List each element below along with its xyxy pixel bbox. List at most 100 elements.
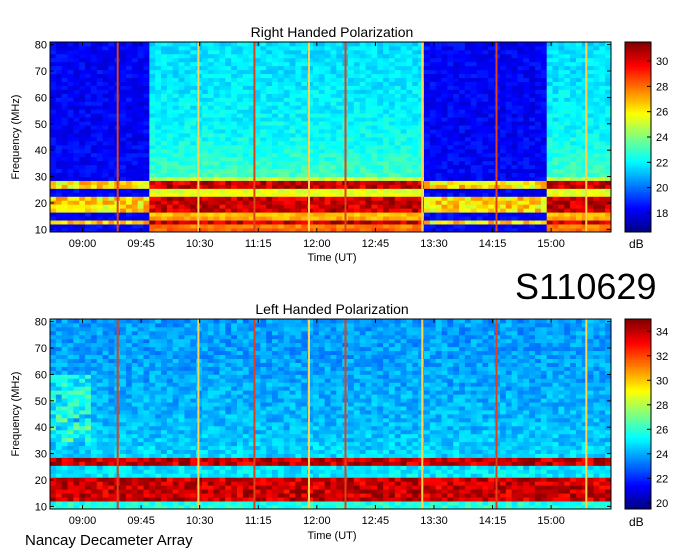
heatmap-cell (290, 177, 296, 181)
heatmap-cell (401, 93, 407, 97)
heatmap-cell (167, 58, 173, 62)
heatmap-cell (599, 200, 605, 204)
heatmap-cell (325, 212, 331, 216)
colorbar-tick-label: 22 (656, 157, 668, 169)
heatmap-cell (406, 169, 412, 173)
heatmap-cell (593, 97, 599, 101)
heatmap-cell (366, 121, 372, 125)
heatmap-cell (260, 58, 266, 62)
heatmap-cell (593, 181, 599, 185)
heatmap-cell (401, 200, 407, 204)
heatmap-cell (79, 149, 85, 153)
heatmap-cell (68, 117, 74, 121)
heatmap-cell (68, 327, 74, 331)
heatmap-cell (482, 42, 488, 46)
heatmap-cell (132, 220, 138, 224)
heatmap-cell (506, 42, 512, 46)
heatmap-cell (278, 113, 284, 117)
heatmap-cell (62, 469, 68, 473)
heatmap-cell (535, 117, 541, 121)
heatmap-cell (529, 204, 535, 208)
heatmap-cell (313, 50, 319, 54)
heatmap-cell (395, 46, 401, 50)
heatmap-cell (85, 93, 91, 97)
heatmap-cell (91, 212, 97, 216)
heatmap-cell (313, 137, 319, 141)
heatmap-cell (325, 185, 331, 189)
heatmap-cell (477, 177, 483, 181)
heatmap-cell (103, 220, 109, 224)
heatmap-cell (436, 208, 442, 212)
heatmap-cell (184, 192, 190, 196)
heatmap-cell (243, 173, 249, 177)
heatmap-cell (558, 113, 564, 117)
heatmap-cell (547, 46, 553, 50)
heatmap-cell (465, 46, 471, 50)
heatmap-cell (278, 181, 284, 185)
heatmap-cell (155, 82, 161, 86)
heatmap-cell (237, 192, 243, 196)
heatmap-cell (120, 117, 126, 121)
heatmap-cell (73, 458, 79, 462)
heatmap-cell (442, 101, 448, 105)
heatmap-cell (383, 196, 389, 200)
heatmap-cell (167, 42, 173, 46)
heatmap-cell (73, 70, 79, 74)
heatmap-cell (553, 46, 559, 50)
heatmap-cell (260, 125, 266, 129)
heatmap-cell (155, 149, 161, 153)
heatmap-cell (173, 196, 179, 200)
heatmap-cell (120, 200, 126, 204)
heatmap-cell (219, 82, 225, 86)
heatmap-cell (56, 200, 62, 204)
heatmap-cell (179, 82, 185, 86)
heatmap-cell (553, 204, 559, 208)
heatmap-cell (73, 93, 79, 97)
heatmap-cell (138, 220, 144, 224)
heatmap-cell (208, 165, 214, 169)
heatmap-cell (79, 161, 85, 165)
heatmap-cell (161, 101, 167, 105)
heatmap-cell (389, 54, 395, 58)
heatmap-cell (471, 62, 477, 66)
heatmap-cell (255, 125, 261, 129)
heatmap-cell (50, 125, 56, 129)
heatmap-cell (290, 121, 296, 125)
heatmap-cell (406, 66, 412, 70)
heatmap-cell (471, 90, 477, 94)
heatmap-cell (593, 62, 599, 66)
heatmap-cell (500, 74, 506, 78)
heatmap-cell (553, 58, 559, 62)
heatmap-cell (558, 97, 564, 101)
heatmap-cell (477, 129, 483, 133)
heatmap-cell (465, 78, 471, 82)
heatmap-cell (465, 181, 471, 185)
heatmap-cell (541, 200, 547, 204)
heatmap-cell (488, 153, 494, 157)
heatmap-cell (225, 157, 231, 161)
heatmap-cell (208, 149, 214, 153)
heatmap-cell (506, 62, 512, 66)
heatmap-cell (366, 220, 372, 224)
heatmap-cell (50, 462, 56, 466)
heatmap-cell (62, 339, 68, 343)
heatmap-cell (179, 133, 185, 137)
heatmap-cell (564, 66, 570, 70)
heatmap-cell (73, 454, 79, 458)
heatmap-cell (144, 109, 150, 113)
heatmap-cell (278, 208, 284, 212)
heatmap-cell (62, 414, 68, 418)
heatmap-cell (558, 224, 564, 228)
heatmap-cell (523, 192, 529, 196)
heatmap-cell (120, 74, 126, 78)
heatmap-cell (371, 133, 377, 137)
heatmap-cell (237, 200, 243, 204)
heatmap-cell (243, 188, 249, 192)
heatmap-cell (518, 113, 524, 117)
heatmap-cell (541, 50, 547, 54)
heatmap-cell (56, 192, 62, 196)
heatmap-cell (243, 86, 249, 90)
heatmap-cell (512, 93, 518, 97)
heatmap-cell (447, 97, 453, 101)
heatmap-cell (231, 181, 237, 185)
